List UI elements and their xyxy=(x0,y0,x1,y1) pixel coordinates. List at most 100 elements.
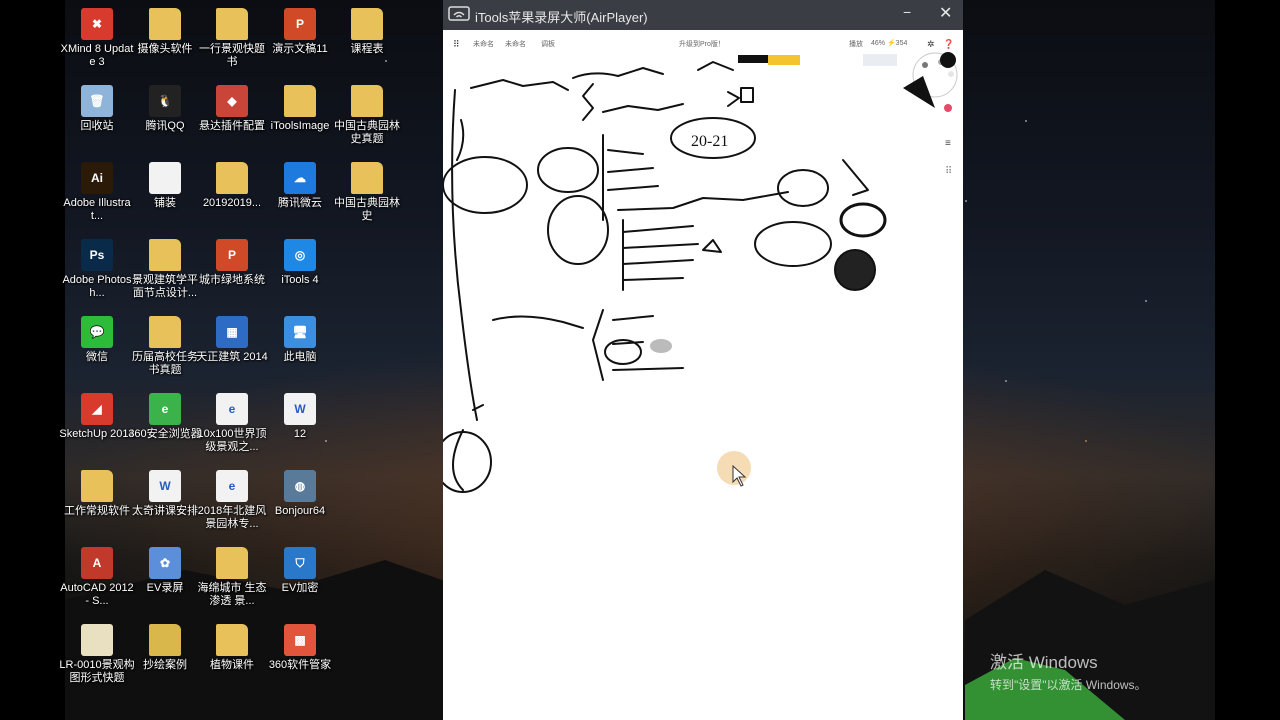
desktop-icon[interactable]: 抄绘案例 xyxy=(129,620,201,672)
desktop-icon[interactable]: 中国古典园林史 xyxy=(331,158,403,223)
desktop-icon[interactable]: ◎ iTools 4 xyxy=(264,235,336,287)
app-toolbar: ⠿ 未命名 未命名 调板 升级到Pro版！ 播放 46% ⚡354 ✲ ❓ xyxy=(443,36,963,50)
desktop-icon[interactable]: ☁ 腾讯微云 xyxy=(264,158,336,210)
desktop-icon-label: Adobe Illustrat... xyxy=(63,197,131,222)
toolbar-item[interactable]: 未命名 xyxy=(505,39,526,49)
folder-icon xyxy=(284,85,316,117)
desktop-icon[interactable]: 摄像头软件 xyxy=(129,4,201,56)
color-palette-icon[interactable] xyxy=(903,52,958,112)
desktop-icon-label: iTools 4 xyxy=(281,274,319,286)
pdf-icon: e xyxy=(216,393,248,425)
cloud-icon: ☁ xyxy=(284,162,316,194)
desktop-icon[interactable]: 植物课件 xyxy=(196,620,268,672)
menu-icon[interactable]: ≡ xyxy=(945,138,951,149)
gear-icon[interactable]: ✲ xyxy=(927,39,935,50)
desktop-icon-label: 360安全浏览器 xyxy=(128,428,202,440)
doc-icon: W xyxy=(149,470,181,502)
battery-status: 46% ⚡354 xyxy=(871,40,908,47)
desktop-icon[interactable]: e 10x100世界顶级景观之... xyxy=(196,389,268,454)
desktop-icon[interactable]: 景观建筑学平面节点设计... xyxy=(129,235,201,300)
window-titlebar[interactable]: iTools苹果录屏大师(AirPlayer) − ✕ xyxy=(443,0,963,30)
desktop-icon[interactable]: ◍ Bonjour64 xyxy=(264,466,336,518)
desktop-icon[interactable]: 🖥 此电脑 xyxy=(264,312,336,364)
desktop-icon[interactable]: 🐧 腾讯QQ xyxy=(129,81,201,133)
desktop-icon[interactable]: ◆ 悬达插件配置 xyxy=(196,81,268,133)
desktop-icon[interactable]: 海绵城市 生态渗透 景... xyxy=(196,543,268,608)
autocad-icon: A xyxy=(81,547,113,579)
desktop-icon-label: 铺装 xyxy=(154,197,176,209)
folder-icon xyxy=(351,85,383,117)
desktop-icon[interactable]: ▩ 360软件管家 xyxy=(264,620,336,672)
browser-icon: e xyxy=(149,393,181,425)
desktop-icon[interactable]: 课程表 xyxy=(331,4,403,56)
minimize-button[interactable]: − xyxy=(903,4,911,20)
grid-icon[interactable]: ⠿ xyxy=(453,39,460,50)
desktop-icon[interactable]: 💬 微信 xyxy=(61,312,133,364)
desktop-icon[interactable]: Ps Adobe Photosh... xyxy=(61,235,133,300)
upgrade-link[interactable]: 升级到Pro版！ xyxy=(679,39,725,49)
tarch-icon: ▦ xyxy=(216,316,248,348)
desktop-icon[interactable]: P 演示文稿11 xyxy=(264,4,336,56)
recycle-bin-icon: 🗑 xyxy=(81,85,113,117)
photoshop-icon: Ps xyxy=(81,239,113,271)
desktop-icon[interactable]: W 12 xyxy=(264,389,336,441)
desktop-icon-label: Bonjour64 xyxy=(274,505,326,517)
desktop-icon[interactable]: 一行景观快题书 xyxy=(196,4,268,69)
pc-icon: 🖥 xyxy=(284,316,316,348)
plugin-icon: ◆ xyxy=(216,85,248,117)
desktop-icon-label: 城市绿地系统 xyxy=(199,274,265,286)
desktop-icon[interactable]: 历届高校任务书真题 xyxy=(129,312,201,377)
desktop-icon[interactable]: Ai Adobe Illustrat... xyxy=(61,158,133,223)
close-button[interactable]: ✕ xyxy=(939,3,952,23)
desktop-icon-label: 植物课件 xyxy=(210,659,254,671)
desktop-icon[interactable]: ✿ EV录屏 xyxy=(129,543,201,595)
desktop-icon[interactable]: P 城市绿地系统 xyxy=(196,235,268,287)
desktop-icon-label: EV加密 xyxy=(281,582,319,594)
desktop-icon-label: 2018年北建风景园林专... xyxy=(197,505,267,530)
desktop-icon[interactable]: ▦ 天正建筑 2014 xyxy=(196,312,268,364)
desktop-icon-label: 工作常规软件 xyxy=(64,505,130,517)
desktop-icon[interactable]: iToolsImage xyxy=(264,81,336,133)
toolbar-item[interactable]: 未命名 xyxy=(473,39,494,49)
ppt-icon: P xyxy=(284,8,316,40)
window-title: iTools苹果录屏大师(AirPlayer) xyxy=(475,10,648,25)
folder-icon xyxy=(149,316,181,348)
grid-dots-icon[interactable]: ⠿ xyxy=(945,166,952,177)
desktop-icon[interactable]: A AutoCAD 2012 - S... xyxy=(60,543,134,608)
desktop-icon-label: LR-0010景观构图形式快题 xyxy=(59,659,135,684)
desktop-icon[interactable]: 中国古典园林史真题 xyxy=(331,81,403,146)
airplayer-window[interactable]: iTools苹果录屏大师(AirPlayer) − ✕ ⠿ 未命名 未命名 调板… xyxy=(443,0,963,720)
desktop-icon-label: 历届高校任务书真题 xyxy=(132,351,198,376)
desktop-icon-label: 太奇讲课安排 xyxy=(132,505,198,517)
desktop-icon[interactable]: 🗑 回收站 xyxy=(61,81,133,133)
folder-icon xyxy=(216,8,248,40)
desktop-icon[interactable]: 铺装 xyxy=(129,158,201,210)
airplay-icon xyxy=(448,6,470,21)
desktop-icon[interactable]: ◢ SketchUp 2014 xyxy=(59,389,135,441)
desktop-icon[interactable]: e 360安全浏览器 xyxy=(128,389,202,441)
itools-icon: ◎ xyxy=(284,239,316,271)
sketchup-icon: ◢ xyxy=(81,393,113,425)
desktop-icon-label: 腾讯QQ xyxy=(145,120,185,132)
handwriting-canvas[interactable]: 20-21 ≡ ⠿ xyxy=(443,50,963,720)
ppt-icon: P xyxy=(216,239,248,271)
toolbar-item[interactable]: 调板 xyxy=(541,39,555,49)
desktop-icon[interactable]: LR-0010景观构图形式快题 xyxy=(59,620,135,685)
folder-icon xyxy=(351,162,383,194)
desktop-icon[interactable]: ⛉ EV加密 xyxy=(264,543,336,595)
ev-encrypt-icon: ⛉ xyxy=(284,547,316,579)
bonjour-icon: ◍ xyxy=(284,470,316,502)
desktop-icon-label: 中国古典园林史 xyxy=(334,197,400,222)
watermark-subtitle: 转到"设置"以激活 Windows。 xyxy=(990,678,1147,692)
desktop-icon[interactable]: 工作常规软件 xyxy=(61,466,133,518)
folder-icon xyxy=(216,547,248,579)
desktop-icon[interactable]: 20192019... xyxy=(196,158,268,210)
help-icon[interactable]: ❓ xyxy=(943,39,954,50)
desktop-icon[interactable]: e 2018年北建风景园林专... xyxy=(196,466,268,531)
desktop-icon[interactable]: W 太奇讲课安排 xyxy=(129,466,201,518)
toolbar-item[interactable]: 播放 xyxy=(849,39,863,49)
desktop-icon-label: 演示文稿11 xyxy=(272,43,328,55)
folder-icon xyxy=(216,162,248,194)
desktop-icon[interactable]: ✖ XMind 8 Update 3 xyxy=(61,4,133,69)
software-manager-icon: ▩ xyxy=(284,624,316,656)
